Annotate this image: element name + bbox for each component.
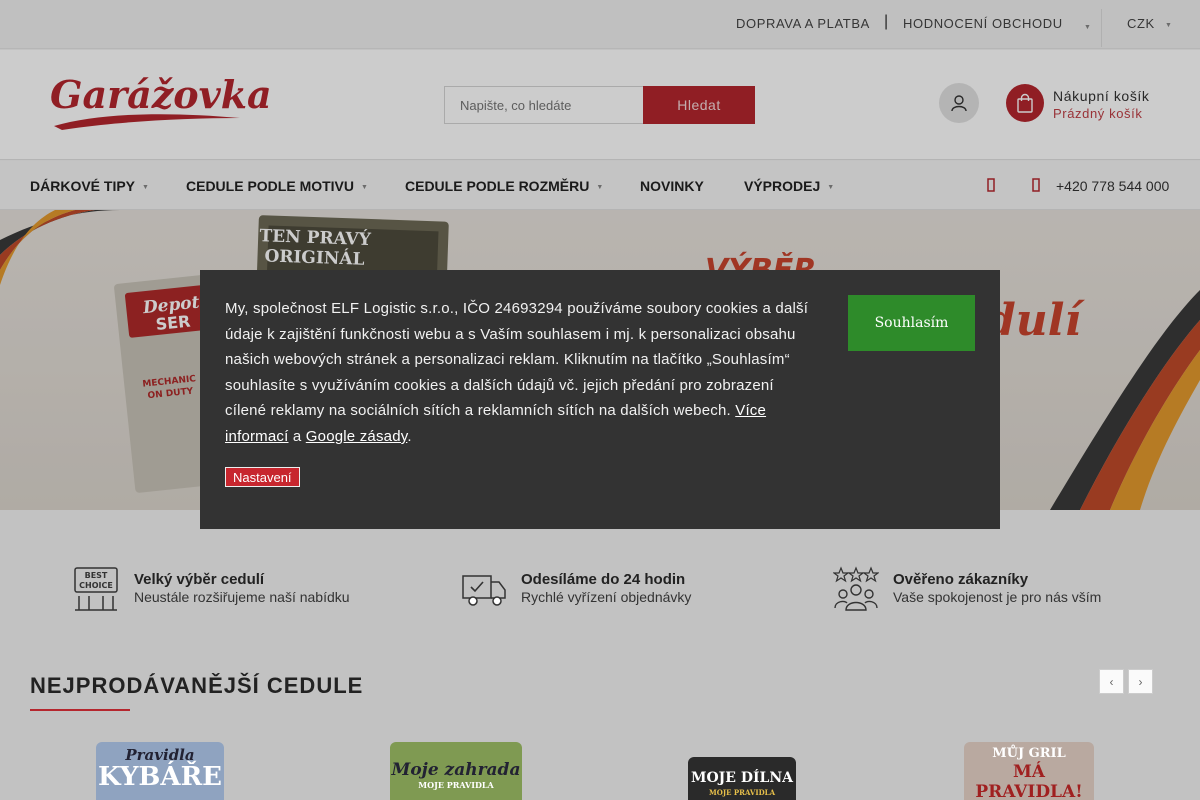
phone-icon (1032, 178, 1040, 192)
top-bar: DOPRAVA A PLATBA | HODNOCENÍ OBCHODU ▼ C… (0, 0, 1200, 49)
top-separator: | (884, 13, 889, 30)
carousel-prev-button[interactable]: ‹ (1099, 669, 1124, 694)
chevron-down-icon[interactable]: ▼ (1165, 22, 1172, 29)
verified-customers-icon (833, 566, 879, 611)
product-title-2: KYBÁŘE (97, 762, 223, 792)
banner-depot-text-2: SER (155, 312, 192, 335)
benefit-title: Ověřeno zákazníky (893, 571, 1029, 588)
cookie-text: My, společnost ELF Logistic s.r.o., IČO … (225, 300, 809, 445)
benefit-title: Velký výběr cedulí (134, 571, 265, 588)
shopping-bag-icon (1017, 93, 1033, 113)
carousel-next-button[interactable]: › (1128, 669, 1153, 694)
logo-swoosh-icon (54, 114, 240, 130)
product-title-2: MOJE PRAVIDLA (708, 788, 776, 797)
main-navigation: DÁRKOVÉ TIPY ▼ CEDULE PODLE MOTIVU ▼ CEDUL… (0, 161, 1200, 210)
product-card[interactable]: MŮJ GRIL MÁ PRAVIDLA! (964, 742, 1094, 800)
product-title-2: MÁ PRAVIDLA! (975, 762, 1083, 800)
store-rating-link[interactable]: HODNOCENÍ OBCHODU (903, 16, 1063, 31)
chevron-down-icon: ▼ (142, 183, 149, 191)
benefit-subtitle: Vaše spokojenost je pro nás vším (893, 589, 1102, 605)
cart-status: Prázdný košík (1053, 106, 1143, 121)
search-input[interactable] (444, 86, 644, 124)
google-policy-link[interactable]: Google zásady (306, 428, 408, 445)
banner-original-text-2: ORIGINÁL (264, 245, 365, 269)
user-icon (951, 95, 967, 112)
product-card[interactable]: Moje zahrada MOJE PRAVIDLA (390, 742, 522, 800)
account-button[interactable] (939, 83, 979, 123)
nav-item-by-motif[interactable]: CEDULE PODLE MOTIVU ▼ (186, 178, 368, 194)
product-title: MOJE DÍLNA (690, 770, 794, 786)
top-divider (1101, 9, 1102, 47)
product-card[interactable]: Pravidla KYBÁŘE (96, 742, 224, 800)
currency-selector[interactable]: CZK (1127, 16, 1155, 31)
chevron-down-icon: ▼ (827, 183, 835, 191)
svg-text:BEST: BEST (85, 571, 108, 580)
phone-number[interactable]: +420 778 544 000 (1056, 178, 1169, 194)
section-title: NEJPRODÁVANĚJŠÍ CEDULE (30, 673, 364, 698)
chevron-down-icon: ▼ (596, 183, 604, 191)
benefit-title: Odesíláme do 24 hodin (521, 571, 686, 588)
banner-headline-2: dulí (985, 295, 1085, 346)
chevron-down-icon: ▼ (361, 183, 368, 191)
best-choice-icon: BEST CHOICE (74, 567, 118, 611)
svg-text:CHOICE: CHOICE (79, 581, 113, 590)
cookie-consent-dialog: My, společnost ELF Logistic s.r.o., IČO … (200, 270, 1000, 529)
email-icon[interactable] (987, 177, 995, 193)
benefit-subtitle: Rychlé vyřízení objednávky (521, 589, 692, 605)
cart-title[interactable]: Nákupní košík (1053, 88, 1150, 104)
product-card[interactable]: MOJE DÍLNA MOJE PRAVIDLA (688, 757, 796, 800)
product-title: MŮJ GRIL (992, 746, 1066, 761)
nav-item-sale[interactable]: VÝPRODEJ ▼ (744, 178, 834, 194)
search-button[interactable]: Hledat (643, 86, 755, 124)
delivery-truck-icon (462, 575, 506, 606)
cart-button[interactable] (1006, 84, 1044, 122)
nav-item-by-size[interactable]: CEDULE PODLE ROZMĚRU ▼ (405, 178, 603, 194)
cookie-settings-button[interactable]: Nastavení (225, 467, 300, 487)
product-title: Moje zahrada (391, 760, 521, 780)
chevron-down-icon[interactable]: ▼ (1084, 24, 1091, 31)
site-header: Garážovka Hledat Nákupní košík Prázdný k… (0, 50, 1200, 160)
benefit-subtitle: Neustále rozšiřujeme naší nabídku (134, 589, 350, 605)
product-title-2: MOJE PRAVIDLA (418, 780, 494, 790)
accept-cookies-button[interactable]: Souhlasím (848, 295, 975, 351)
section-underline (30, 709, 130, 711)
nav-item-gift-tips[interactable]: DÁRKOVÉ TIPY ▼ (30, 178, 149, 194)
shipping-payment-link[interactable]: DOPRAVA A PLATBA (736, 16, 870, 31)
nav-item-new[interactable]: NOVINKY (640, 178, 704, 194)
